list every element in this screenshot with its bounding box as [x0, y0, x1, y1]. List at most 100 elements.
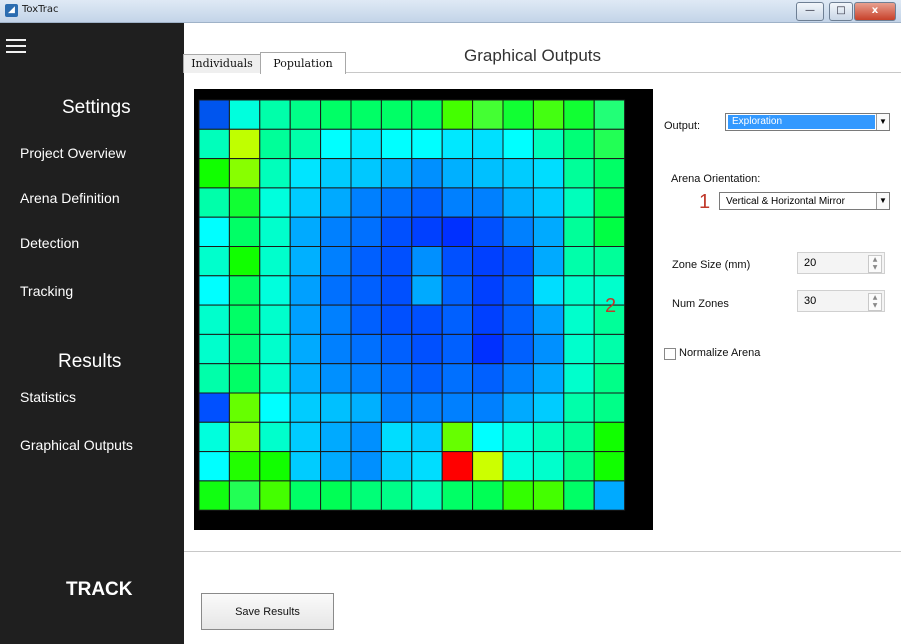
- heatmap-cell: [228, 363, 261, 394]
- heatmap-cell: [350, 304, 382, 335]
- heatmap-cell: [472, 392, 504, 423]
- output-label: Output:: [664, 120, 701, 132]
- heatmap-cell: [259, 480, 291, 511]
- arena-orientation-select[interactable]: Vertical & Horizontal Mirror ▼: [719, 192, 890, 210]
- normalize-arena-checkbox[interactable]: [664, 348, 676, 360]
- heatmap-cell: [228, 275, 261, 306]
- heatmap-cell: [563, 392, 595, 423]
- heatmap-cell: [563, 421, 595, 453]
- arena-orientation-value: Vertical & Horizontal Mirror: [726, 196, 845, 207]
- heatmap-cell: [380, 275, 413, 306]
- heatmap-cell: [320, 451, 352, 482]
- heatmap-cell: [532, 363, 565, 394]
- exploration-heatmap: [194, 89, 653, 530]
- heatmap-cell: [411, 99, 443, 130]
- heatmap-cell: [350, 421, 382, 453]
- heatmap-cell: [289, 216, 322, 247]
- heatmap-cell: [502, 333, 534, 365]
- window-title: ToxTrac: [22, 4, 59, 15]
- sidebar: Settings Project Overview Arena Definiti…: [0, 23, 184, 644]
- heatmap-cell: [198, 99, 230, 130]
- tab-population[interactable]: Population: [260, 52, 346, 74]
- heatmap-cell: [198, 304, 230, 335]
- sidebar-item-tracking[interactable]: Tracking: [20, 283, 73, 299]
- heatmap-cell: [593, 392, 626, 423]
- heatmap-cell: [380, 216, 413, 247]
- tab-individuals[interactable]: Individuals: [183, 54, 261, 73]
- heatmap-cell: [289, 304, 322, 335]
- save-results-button[interactable]: Save Results: [201, 593, 334, 630]
- heatmap-cell: [411, 246, 443, 277]
- heatmap-cell: [441, 392, 474, 423]
- heatmap-cell: [593, 246, 626, 277]
- heatmap-cell: [289, 99, 322, 130]
- heatmap-cell: [502, 392, 534, 423]
- heatmap-cell: [411, 421, 443, 453]
- heatmap-cell: [198, 275, 230, 306]
- sidebar-item-project-overview[interactable]: Project Overview: [20, 145, 126, 161]
- settings-heading: Settings: [62, 97, 131, 118]
- heatmap-cell: [593, 421, 626, 453]
- heatmap-cell: [320, 421, 352, 453]
- heatmap-cell: [472, 187, 504, 218]
- heatmap-cell: [289, 392, 322, 423]
- heatmap-cell: [198, 158, 230, 189]
- maximize-button[interactable]: □: [829, 2, 853, 21]
- heatmap-cell: [411, 158, 443, 189]
- heatmap-cell: [289, 275, 322, 306]
- spin-arrows-icon[interactable]: ▲ ▼: [868, 255, 882, 273]
- heatmap-cell: [502, 128, 534, 160]
- zone-size-label: Zone Size (mm): [672, 259, 751, 271]
- heatmap-cell: [593, 480, 626, 511]
- heatmap-cell: [259, 187, 291, 218]
- heatmap-cell: [472, 128, 504, 160]
- zone-size-spinbox[interactable]: 20 ▲ ▼: [797, 252, 885, 274]
- hamburger-menu-icon[interactable]: [6, 39, 26, 53]
- heatmap-cell: [198, 187, 230, 218]
- heatmap-cell: [198, 421, 230, 453]
- heatmap-cell: [532, 187, 565, 218]
- heatmap-cell: [441, 275, 474, 306]
- sidebar-item-statistics[interactable]: Statistics: [20, 389, 76, 405]
- heatmap-cell: [502, 480, 534, 511]
- heatmap-cell: [532, 128, 565, 160]
- heatmap-cell: [289, 128, 322, 160]
- heatmap-cell: [228, 333, 261, 365]
- heatmap-cell: [259, 421, 291, 453]
- heatmap-cell: [593, 333, 626, 365]
- heatmap-cell: [441, 246, 474, 277]
- arena-orientation-label: Arena Orientation:: [671, 173, 761, 185]
- sidebar-item-graphical-outputs[interactable]: Graphical Outputs: [20, 437, 133, 453]
- heatmap-cell: [380, 99, 413, 130]
- heatmap-cell: [380, 128, 413, 160]
- minimize-button[interactable]: —: [796, 2, 824, 21]
- heatmap-canvas: [198, 99, 626, 511]
- heatmap-cell: [259, 333, 291, 365]
- heatmap-cell: [259, 363, 291, 394]
- heatmap-cell: [289, 333, 322, 365]
- spin-arrows-icon[interactable]: ▲ ▼: [868, 293, 882, 311]
- heatmap-cell: [563, 216, 595, 247]
- num-zones-spinbox[interactable]: 30 ▲ ▼: [797, 290, 885, 312]
- heatmap-cell: [532, 216, 565, 247]
- heatmap-cell: [472, 480, 504, 511]
- output-select[interactable]: Exploration ▼: [725, 113, 890, 131]
- heatmap-cell: [563, 187, 595, 218]
- heatmap-cell: [350, 451, 382, 482]
- sidebar-item-detection[interactable]: Detection: [20, 235, 79, 251]
- heatmap-cell: [228, 421, 261, 453]
- zone-size-value: 20: [804, 257, 817, 269]
- close-button[interactable]: x: [854, 2, 896, 21]
- sidebar-item-arena-definition[interactable]: Arena Definition: [20, 190, 120, 206]
- heatmap-cell: [350, 246, 382, 277]
- heatmap-cell: [350, 333, 382, 365]
- heatmap-cell: [563, 246, 595, 277]
- heatmap-cell: [563, 363, 595, 394]
- heatmap-cell: [532, 304, 565, 335]
- track-button[interactable]: TRACK: [66, 579, 133, 601]
- heatmap-cell: [198, 392, 230, 423]
- heatmap-cell: [532, 480, 565, 511]
- heatmap-cell: [411, 392, 443, 423]
- heatmap-cell: [532, 246, 565, 277]
- heatmap-cell: [320, 392, 352, 423]
